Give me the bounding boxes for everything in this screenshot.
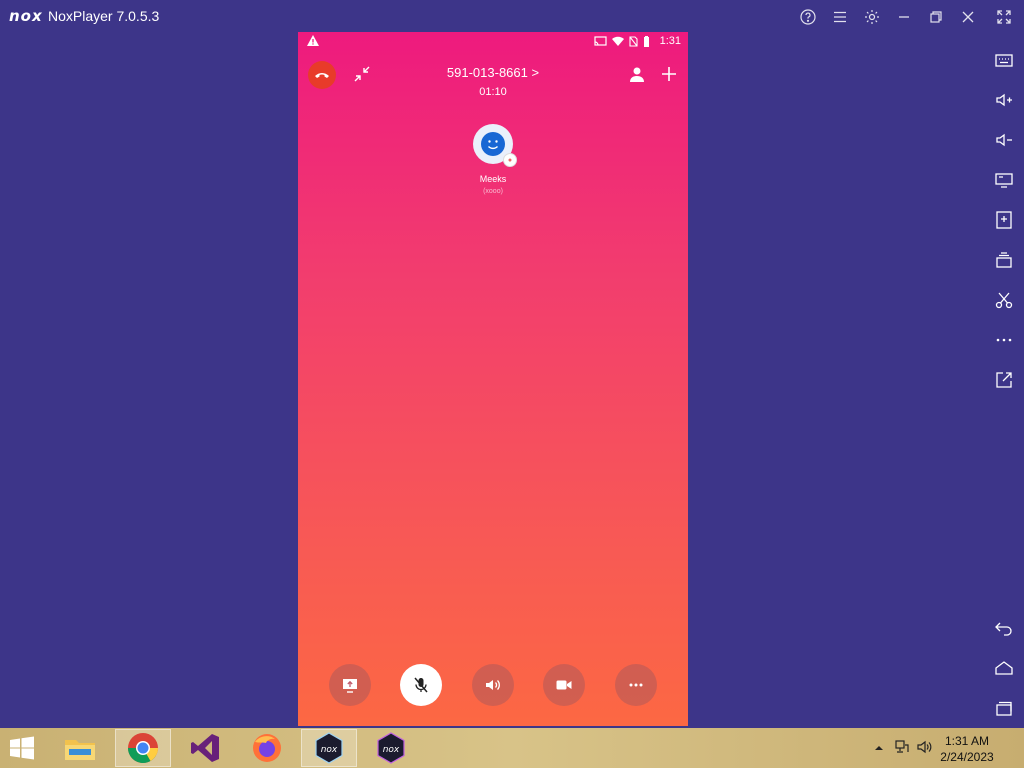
wifi-icon: [612, 36, 624, 50]
contact-button[interactable]: [627, 64, 647, 84]
call-timer: 01:10: [479, 86, 507, 98]
nox-multi-drive-icon: nox: [377, 732, 405, 764]
nox-app-icon: nox: [315, 732, 343, 764]
contact-subtitle: (xooo): [483, 188, 503, 195]
screen-icon[interactable]: [992, 168, 1016, 192]
speaker-icon: [486, 680, 500, 690]
screen-share-button[interactable]: [329, 664, 371, 706]
badge-icon: ●: [503, 153, 517, 167]
windows-logo-icon: [10, 736, 34, 760]
taskbar-visual-studio[interactable]: [177, 729, 233, 767]
settings-icon[interactable]: [862, 7, 882, 27]
svg-text:nox: nox: [321, 745, 338, 755]
visual-studio-icon: [191, 734, 219, 762]
taskbar: nox nox 1:31 AM 2/24/2023: [0, 728, 1024, 768]
screenshot-icon[interactable]: [992, 288, 1016, 312]
speaker-button[interactable]: [472, 664, 514, 706]
window-title: NoxPlayer 7.0.5.3: [48, 8, 160, 24]
multi-instance-icon[interactable]: [992, 248, 1016, 272]
more-options-button[interactable]: [615, 664, 657, 706]
video-button[interactable]: [543, 664, 585, 706]
system-tray: 1:31 AM 2/24/2023: [864, 728, 1024, 768]
status-bar: 1:31: [298, 32, 688, 52]
contact-avatar[interactable]: ●: [473, 124, 517, 167]
screen-share-icon: [343, 679, 357, 693]
add-call-button[interactable]: [659, 64, 679, 84]
export-icon[interactable]: [992, 368, 1016, 392]
more-dots-icon: [629, 683, 643, 687]
apk-install-icon[interactable]: [992, 208, 1016, 232]
taskbar-chrome[interactable]: [115, 729, 171, 767]
keyboard-icon[interactable]: [992, 48, 1016, 72]
mic-off-icon: [414, 677, 428, 693]
folder-icon: [65, 740, 95, 760]
plus-icon: [662, 67, 676, 81]
person-icon: [630, 67, 644, 82]
svg-text:nox: nox: [383, 745, 400, 755]
title-bar: nox NoxPlayer 7.0.5.3: [0, 0, 1024, 32]
volume-up-icon[interactable]: [992, 88, 1016, 112]
more-icon[interactable]: [992, 328, 1016, 352]
volume-icon[interactable]: [916, 739, 932, 760]
home-icon[interactable]: [992, 656, 1016, 680]
contact-name: Meeks: [479, 174, 507, 184]
tray-time: 1:31 AM: [944, 734, 990, 748]
volume-down-icon[interactable]: [992, 128, 1016, 152]
cast-icon: [594, 36, 607, 50]
tray-date: 2/24/2023: [940, 750, 994, 764]
status-time: 1:31: [659, 35, 681, 47]
no-sim-icon: [629, 36, 638, 50]
network-icon[interactable]: [894, 739, 910, 760]
help-icon[interactable]: [798, 7, 818, 27]
taskbar-noxplayer[interactable]: nox: [301, 729, 357, 767]
phone-number-text: 591-013-8661: [446, 65, 528, 80]
battery-icon: [643, 36, 650, 50]
taskbar-firefox[interactable]: [239, 729, 295, 767]
minimize-icon[interactable]: [894, 7, 914, 27]
phone-screen: 1:31 591-013-8661 > 01:10 ● Meeks (xooo): [298, 32, 688, 726]
back-icon[interactable]: [992, 616, 1016, 640]
fullscreen-icon[interactable]: [994, 7, 1014, 27]
smiley-avatar-icon: [481, 132, 505, 156]
tray-clock[interactable]: 1:31 AM 2/24/2023: [932, 733, 1002, 765]
call-header: 591-013-8661 > 01:10: [298, 60, 688, 120]
taskbar-nox-multi-drive[interactable]: nox: [363, 729, 419, 767]
call-controls: [298, 664, 688, 708]
video-camera-icon: [556, 680, 572, 690]
taskbar-file-explorer[interactable]: [52, 729, 108, 767]
recent-apps-icon[interactable]: [992, 696, 1016, 720]
chevron-right-icon: >: [531, 65, 540, 80]
warning-icon: [307, 35, 319, 49]
chrome-icon: [128, 733, 158, 764]
restore-icon[interactable]: [926, 7, 946, 27]
menu-icon[interactable]: [830, 7, 850, 27]
start-button[interactable]: [8, 736, 40, 760]
mute-button[interactable]: [400, 664, 442, 706]
firefox-icon: [253, 734, 281, 762]
tray-expand-icon[interactable]: [874, 740, 884, 758]
nox-logo: nox: [9, 7, 43, 25]
close-icon[interactable]: [958, 7, 978, 27]
